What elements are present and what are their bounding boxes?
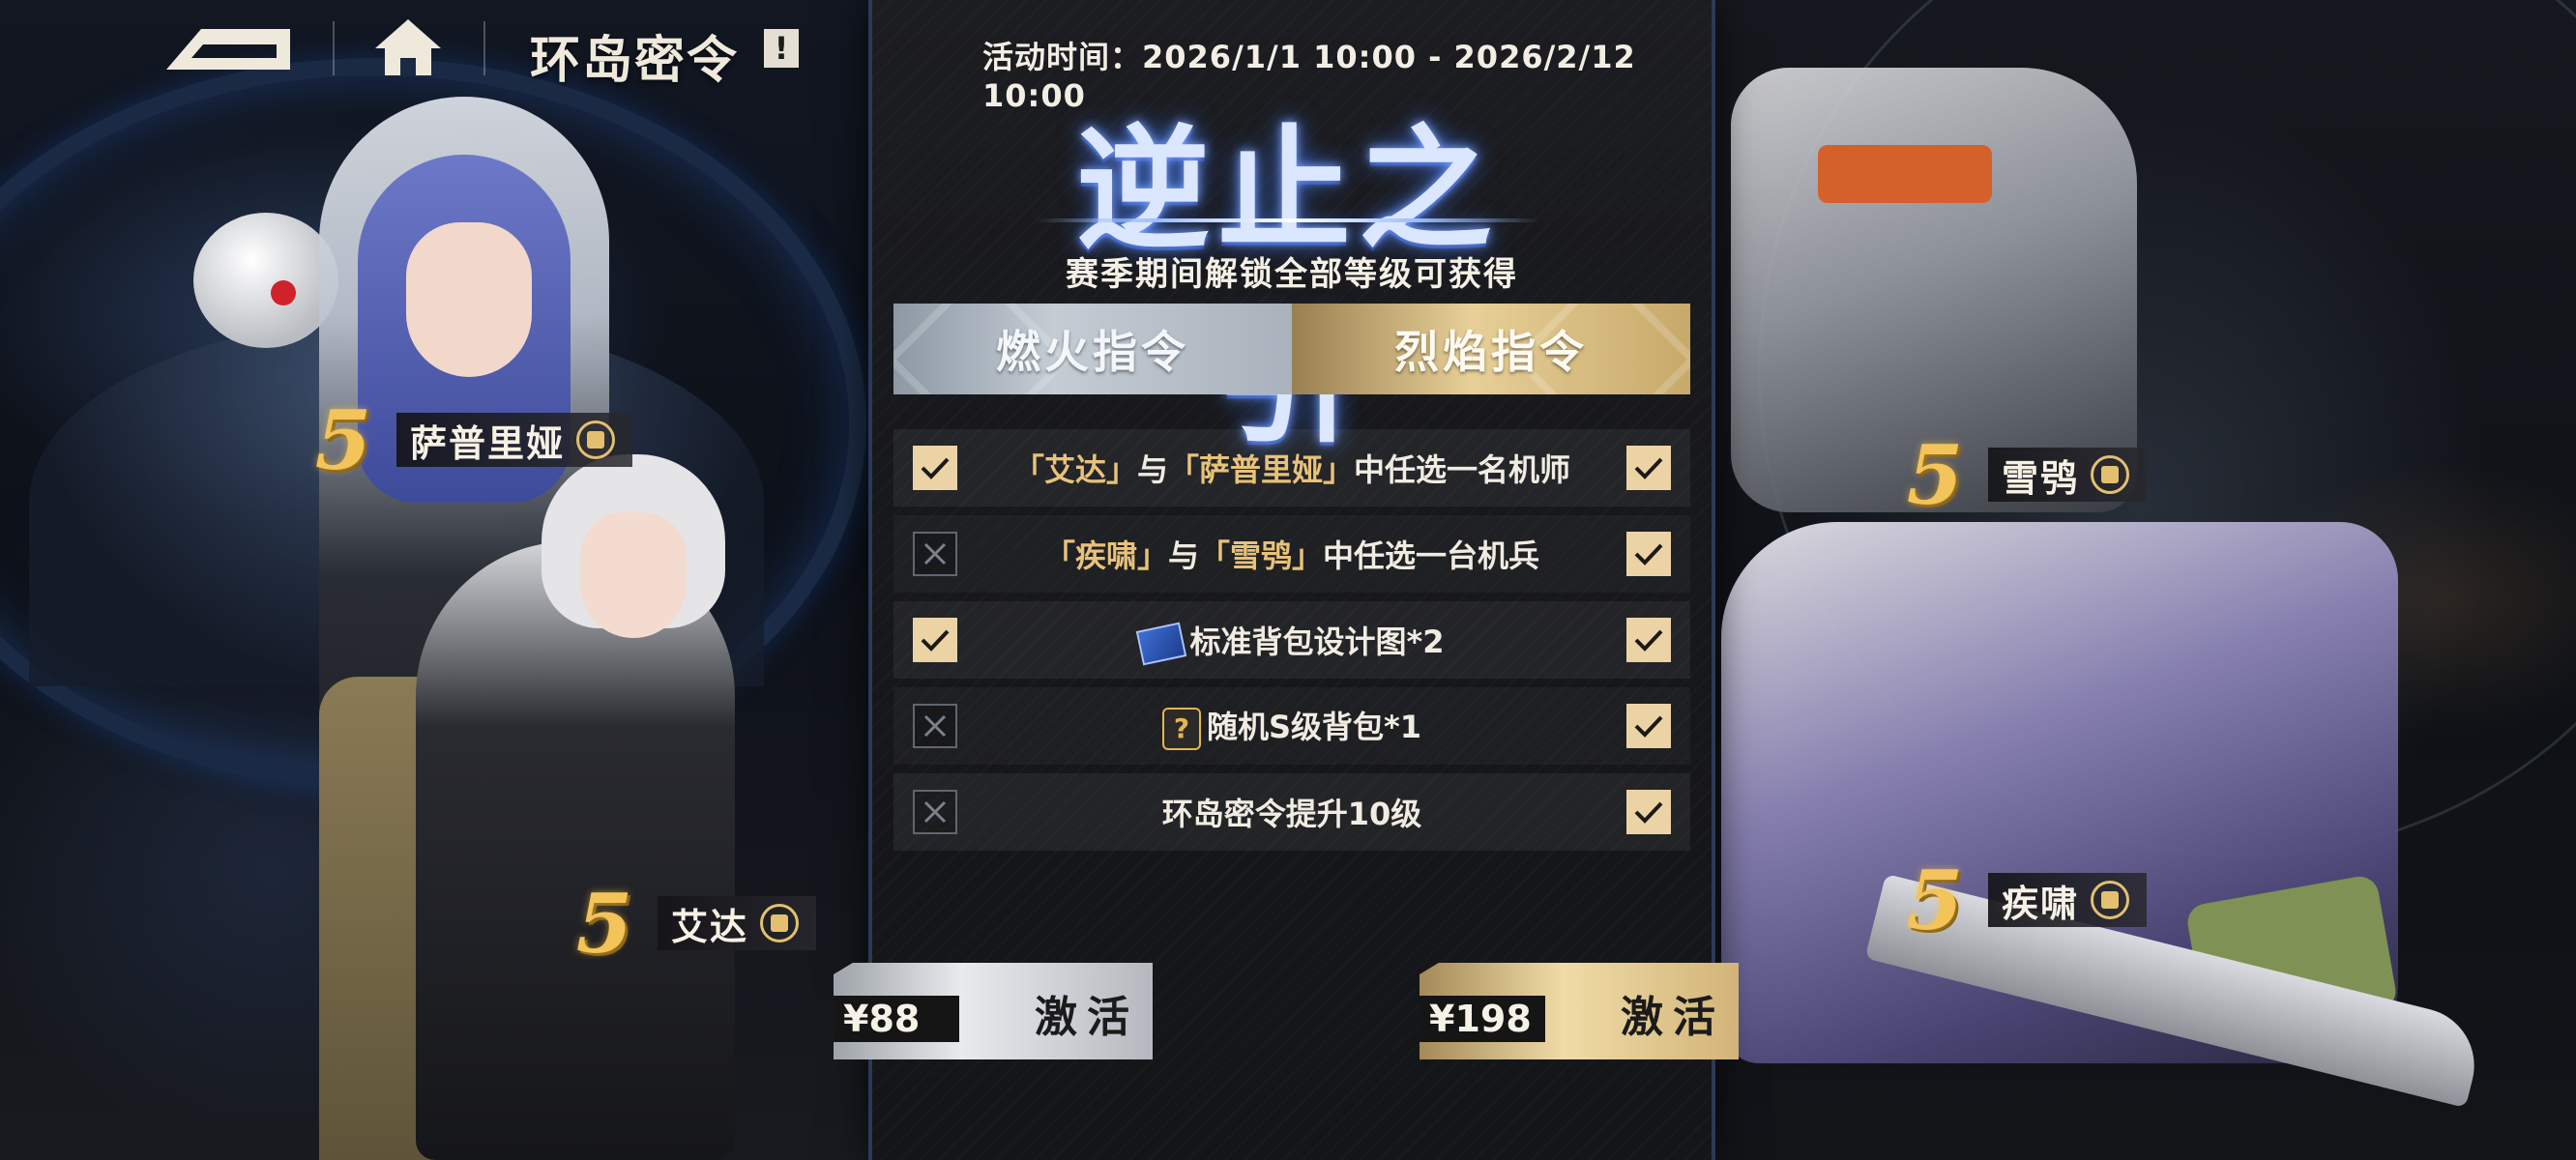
character-badge-ada[interactable]: 5 艾达 xyxy=(551,876,817,972)
reward-joiner: 与 xyxy=(1167,537,1199,574)
reward-joiner: 与 xyxy=(1136,451,1168,488)
reward-row: 标准背包设计图*2 xyxy=(893,601,1690,679)
pilot-ada-figure xyxy=(416,541,735,1160)
reward-text: 环岛密令提升10级 xyxy=(981,790,1603,834)
name-plate: 雪鸮 xyxy=(1988,448,2148,502)
mech-option-gale: 「疾啸」 xyxy=(1043,537,1168,574)
reward-item-name: 随机S级背包*1 xyxy=(1206,708,1422,745)
event-subtitle: 赛季期间解锁全部等级可获得 xyxy=(1066,255,1518,294)
blueprint-icon xyxy=(1136,622,1187,666)
character-name: 雪鸮 xyxy=(2002,456,2080,500)
reward-suffix: 中任选一名机师 xyxy=(1354,451,1571,488)
pass-tabs: 燃火指令 烈焰指令 xyxy=(893,304,1690,394)
name-plate: 萨普里娅 xyxy=(396,413,633,467)
blaze-check-icon xyxy=(1626,618,1671,662)
reward-text: 「艾达」与「萨普里娅」中任选一名机师 xyxy=(981,446,1603,490)
tab-spark-pass[interactable]: 燃火指令 xyxy=(893,304,1292,394)
price-tag: ¥198 xyxy=(1420,996,1545,1042)
activate-blaze-button[interactable]: ¥198 激活 xyxy=(1420,945,1739,1063)
random-pack-icon: ? xyxy=(1161,707,1201,750)
home-icon xyxy=(375,19,441,75)
spark-cross-icon xyxy=(913,790,957,834)
blaze-check-icon xyxy=(1626,532,1671,576)
activate-label: 激活 xyxy=(1621,993,1725,1042)
reward-item-name: 标准背包设计图*2 xyxy=(1189,624,1445,660)
drone-companion xyxy=(193,213,338,348)
reward-row: 「疾啸」与「雪鸮」中任选一台机兵 xyxy=(893,515,1690,593)
name-plate: 疾啸 xyxy=(1988,873,2148,927)
reward-text: 「疾啸」与「雪鸮」中任选一台机兵 xyxy=(981,532,1603,576)
pilot-option-sapriya: 「萨普里娅」 xyxy=(1168,451,1355,488)
faction-icon xyxy=(2091,881,2130,919)
rank-badge: 5 xyxy=(1906,852,1964,948)
mech-option-snowy-owl: 「雪鸮」 xyxy=(1199,537,1324,574)
logo-underline xyxy=(1037,218,1539,222)
pilot-ada-face xyxy=(580,512,687,638)
price-tag: ¥88 xyxy=(834,996,959,1042)
reward-list: 「艾达」与「萨普里娅」中任选一名机师 「疾啸」与「雪鸮」中任选一台机兵 标准背包… xyxy=(893,429,1690,859)
drone-eye xyxy=(271,280,296,305)
activate-spark-button[interactable]: ¥88 激活 xyxy=(834,945,1153,1063)
blaze-check-icon xyxy=(1626,704,1671,748)
reward-text: ? 随机S级背包*1 xyxy=(981,703,1603,750)
spark-check-icon xyxy=(913,446,957,490)
pilot-sapriya-face xyxy=(406,222,532,377)
tab-blaze-pass[interactable]: 烈焰指令 xyxy=(1292,304,1690,394)
reward-item-name: 环岛密令提升10级 xyxy=(1161,796,1422,832)
name-plate: 艾达 xyxy=(658,896,817,950)
reward-row: 「艾达」与「萨普里娅」中任选一名机师 xyxy=(893,429,1690,507)
character-badge-snowy-owl[interactable]: 5 雪鸮 xyxy=(1882,427,2148,523)
event-logo: 逆止之引 xyxy=(1017,81,1559,461)
info-button[interactable]: ! xyxy=(764,29,799,68)
blaze-check-icon xyxy=(1626,446,1671,490)
character-name: 艾达 xyxy=(671,905,749,948)
character-name: 疾啸 xyxy=(2002,882,2080,925)
faction-icon xyxy=(2091,455,2130,494)
reward-text: 标准背包设计图*2 xyxy=(981,618,1603,666)
spark-cross-icon xyxy=(913,704,957,748)
rank-badge: 5 xyxy=(314,392,372,488)
faction-icon xyxy=(576,420,616,459)
pilot-option-ada: 「艾达」 xyxy=(1012,451,1137,488)
reward-row: 环岛密令提升10级 xyxy=(893,773,1690,851)
home-button[interactable] xyxy=(373,17,443,77)
blaze-check-icon xyxy=(1626,790,1671,834)
spark-cross-icon xyxy=(913,532,957,576)
activate-label: 激活 xyxy=(1035,993,1139,1042)
character-badge-sapriya[interactable]: 5 萨普里娅 xyxy=(290,392,633,488)
reward-row: ? 随机S级背包*1 xyxy=(893,687,1690,765)
spark-check-icon xyxy=(913,618,957,662)
nav-divider xyxy=(483,21,485,75)
mech-snowy-owl-accent xyxy=(1818,145,1992,203)
rank-badge: 5 xyxy=(1906,426,1964,523)
character-name: 萨普里娅 xyxy=(410,421,566,465)
back-button[interactable] xyxy=(162,21,294,73)
page-title: 环岛密令 xyxy=(530,32,740,90)
nav-divider xyxy=(333,21,335,75)
faction-icon xyxy=(760,904,800,942)
top-nav: 环岛密令 ! xyxy=(0,0,870,97)
character-badge-gale[interactable]: 5 疾啸 xyxy=(1882,853,2148,948)
reward-suffix: 中任选一台机兵 xyxy=(1323,537,1540,574)
rank-badge: 5 xyxy=(575,875,633,972)
back-arrow-icon xyxy=(166,29,290,70)
